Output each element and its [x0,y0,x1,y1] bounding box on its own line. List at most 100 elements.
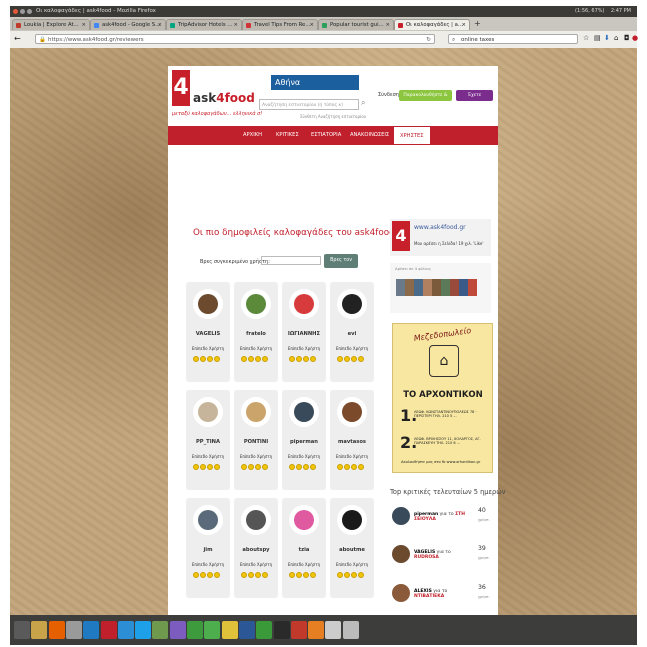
signup-button[interactable]: Παρακολουθήστε & Εγγραφή [399,90,452,109]
avatar[interactable] [337,397,367,427]
settings-icon[interactable] [65,621,82,639]
user-card[interactable]: VAGELIS Επίπεδο Χρήστη [186,282,230,382]
user-name[interactable]: fratelo [234,331,278,337]
restaurant-search-input[interactable]: Αναζήτηση εστιατορίου (ή τύπος κ) [259,99,359,110]
user-name[interactable]: aboutspy [234,547,278,553]
user-card[interactable]: jim Επίπεδο Χρήστη [186,498,230,598]
friend-photo[interactable] [459,279,468,296]
user-name[interactable]: VAGELIS [186,331,230,337]
user-name[interactable]: PP_TINA [186,439,230,445]
user-card[interactable]: PP_TINA Επίπεδο Χρήστη [186,390,230,490]
pdf-icon[interactable] [100,621,117,639]
avatar[interactable] [241,397,271,427]
menu-item-users[interactable]: ΧΡΗΣΤΕΣ [393,126,431,145]
menu-item-reviews[interactable]: ΚΡΙΤΙΚΕΣ [276,126,299,145]
search-icon[interactable]: ⌕ [361,98,365,108]
facebook-page-name[interactable]: www.ask4food.gr [414,224,466,231]
avatar[interactable] [289,397,319,427]
close-tab-icon[interactable]: × [386,20,390,30]
menu-item-announcements[interactable]: ΑΝΑΚΟΙΝΩΣΕΙΣ [350,126,389,145]
presentation-icon[interactable] [308,621,325,639]
city-selector[interactable]: Αθήνα [271,75,359,90]
user-card[interactable]: mavtasos Επίπεδο Χρήστη [330,390,374,490]
close-tab-icon[interactable]: × [158,20,162,30]
tab-popular-tourist[interactable]: Popular tourist gui... × [318,19,394,30]
user-search-button[interactable]: Βρες τον [324,254,358,268]
tab-travel-tips[interactable]: Travel Tips From Re... × [242,19,318,30]
avatar[interactable] [193,397,223,427]
owner-button[interactable]: Έχετε Εστιατόριο; [456,90,493,109]
avatar[interactable] [392,507,410,525]
friend-photo[interactable] [423,279,432,296]
chat-icon[interactable] [117,621,134,639]
review-item[interactable]: piperman για το ΣΤΗ ΣΕΙΟΥΛΑ 40 χρήστ. [392,507,492,537]
back-button[interactable]: ← [14,34,21,43]
avatar[interactable] [289,505,319,535]
user-name[interactable]: aboutme [330,547,374,553]
friend-photo[interactable] [405,279,414,296]
close-tab-icon[interactable]: × [310,20,314,30]
avatar[interactable] [241,505,271,535]
reload-icon[interactable]: ↻ [426,35,431,45]
user-name[interactable]: ΙΩΓΙΑΝΝΗΣ [282,331,326,337]
user-name[interactable]: PONTINI [234,439,278,445]
browser-search-field[interactable]: ⌕ online taxes [448,34,578,44]
friend-photo[interactable] [441,279,450,296]
facebook-like-button[interactable]: Μου αρέσει η Σελίδα! 19 χιλ. 'Like' [414,241,483,246]
user-name[interactable]: piperman [282,439,326,445]
terminal-icon[interactable] [273,621,290,639]
logo-text[interactable]: ask4food [193,91,255,105]
calc-icon[interactable] [187,621,203,639]
tab-tripadvisor[interactable]: TripAdvisor Hotels ... × [166,19,242,30]
user-search-input[interactable] [261,256,321,265]
avatar[interactable] [193,505,223,535]
facebook-page-logo[interactable]: 4 [392,221,410,251]
new-tab-button[interactable]: + [474,19,481,28]
user-card[interactable]: PONTINI Επίπεδο Χρήστη [234,390,278,490]
viber-icon[interactable] [169,621,186,639]
download-icon[interactable]: ⬇ [604,34,610,42]
pocket-icon[interactable]: ◘ [624,34,630,42]
trash-icon[interactable] [342,621,359,639]
user-name[interactable]: mavtasos [330,439,374,445]
tab-loukia[interactable]: Loukia | Explore At... × [12,19,90,30]
files-icon[interactable] [31,621,48,639]
review-item[interactable]: VAGELIS για το RUDROSA 39 χρήστ. [392,545,492,575]
user-name[interactable]: tzia [282,547,326,553]
advanced-search-link[interactable]: Σύνθετη Αναζήτηση εστιατορίου [300,114,366,119]
bookmark-star-icon[interactable]: ☆ [583,34,589,42]
friend-photo[interactable] [432,279,441,296]
avatar[interactable] [241,289,271,319]
minimize-window-button[interactable] [20,9,25,14]
avatar[interactable] [337,289,367,319]
user-card[interactable]: evi Επίπεδο Χρήστη [330,282,374,382]
menu-item-home[interactable]: ΑΡΧΙΚΗ [243,126,262,145]
login-link[interactable]: Σύνδεση [378,92,399,98]
avatar[interactable] [193,289,223,319]
writer-icon[interactable] [83,621,100,639]
avatar[interactable] [337,505,367,535]
user-card[interactable]: ΙΩΓΙΑΝΝΗΣ Επίπεδο Χρήστη [282,282,326,382]
close-tab-icon[interactable]: × [462,20,466,30]
close-window-button[interactable] [13,9,18,14]
review-item[interactable]: ALEXIS για το ΝΤΙΒΑΤΙΕΚΑ 36 χρήστ. [392,584,492,614]
tab-google[interactable]: ask4food - Google S... × [90,19,166,30]
user-name[interactable]: jim [186,547,230,553]
library-icon[interactable]: ▤ [594,34,601,42]
maximize-window-button[interactable] [27,9,32,14]
user-card[interactable]: aboutspy Επίπεδο Χρήστη [234,498,278,598]
notes-icon[interactable] [221,621,238,639]
tab-ask4food-active[interactable]: Οι καλοφαγάδες | a... × [394,19,470,30]
friend-photo[interactable] [396,279,405,296]
url-bar[interactable]: 🔒 https://www.ask4food.gr/reviewers ↻ [35,34,435,44]
logo-icon[interactable]: 4 [172,70,190,106]
user-card[interactable]: piperman Επίπεδο Χρήστη [282,390,326,490]
avatar[interactable] [392,545,410,563]
word-icon[interactable] [238,621,255,639]
avatar[interactable] [289,289,319,319]
review-restaurant[interactable]: ΝΤΙΒΑΤΙΕΚΑ [414,594,444,599]
docs-icon[interactable] [290,621,307,639]
friend-photo[interactable] [450,279,459,296]
adblock-icon[interactable]: ● [632,34,638,42]
friend-photo[interactable] [414,279,423,296]
